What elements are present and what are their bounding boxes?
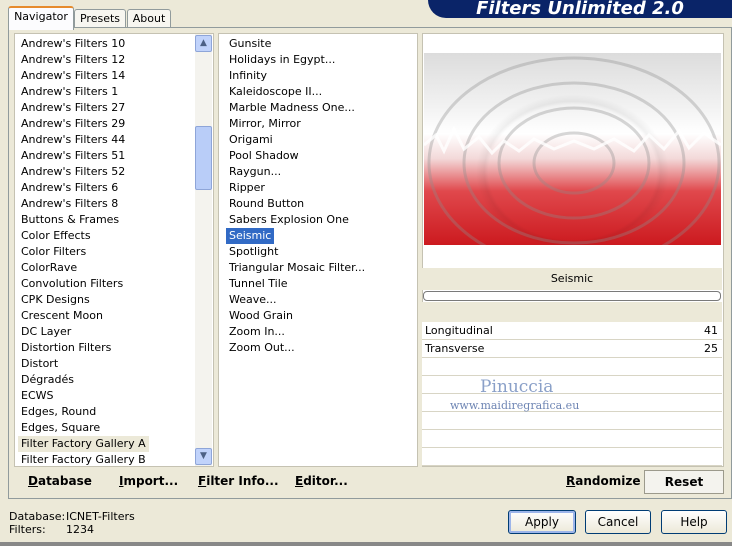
category-item[interactable]: CPK Designs	[18, 292, 93, 308]
filter-item[interactable]: Gunsite	[226, 36, 274, 52]
scroll-up-icon[interactable]: ▲	[195, 35, 212, 52]
filter-item[interactable]: Wood Grain	[226, 308, 296, 324]
param-label: Transverse	[425, 342, 485, 355]
filter-item[interactable]: Triangular Mosaic Filter...	[226, 260, 368, 276]
category-item[interactable]: Andrew's Filters 29	[18, 116, 128, 132]
category-item[interactable]: Color Filters	[18, 244, 89, 260]
filter-item[interactable]: Raygun...	[226, 164, 284, 180]
randomize-button[interactable]: Randomize	[566, 474, 640, 488]
filter-item[interactable]: Holidays in Egypt...	[226, 52, 338, 68]
category-item[interactable]: Convolution Filters	[18, 276, 126, 292]
param-row-transverse[interactable]: Transverse 25	[422, 340, 722, 358]
status-database-value: ICNET-Filters	[66, 510, 135, 523]
category-item[interactable]: ColorRave	[18, 260, 80, 276]
watermark-url: www.maidiregrafica.eu	[450, 399, 580, 412]
tab-about[interactable]: About	[127, 9, 171, 28]
scroll-down-icon[interactable]: ▼	[195, 448, 212, 465]
help-button[interactable]: Help	[661, 510, 727, 534]
database-button[interactable]: Database	[28, 474, 92, 488]
filter-name-label: Seismic	[422, 268, 722, 290]
scroll-thumb[interactable]	[195, 126, 212, 190]
category-item[interactable]: Filter Factory Gallery B	[18, 452, 149, 468]
tab-navigator[interactable]: Navigator	[8, 6, 74, 30]
filter-item[interactable]: Origami	[226, 132, 276, 148]
filter-item[interactable]: Spotlight	[226, 244, 281, 260]
status-database-label: Database:	[9, 510, 66, 523]
category-item[interactable]: Andrew's Filters 10	[18, 36, 128, 52]
category-list[interactable]: Andrew's Filters 10 Andrew's Filters 12 An…	[14, 33, 214, 467]
param-row-empty	[422, 376, 722, 394]
filter-item[interactable]: Weave...	[226, 292, 280, 308]
category-item[interactable]: Andrew's Filters 1	[18, 84, 121, 100]
category-item[interactable]: Andrew's Filters 8	[18, 196, 121, 212]
status-filters-label: Filters:	[9, 523, 46, 536]
category-item[interactable]: Andrew's Filters 51	[18, 148, 128, 164]
param-header-spacer	[422, 302, 722, 322]
category-item[interactable]: Color Effects	[18, 228, 94, 244]
cancel-button[interactable]: Cancel	[585, 510, 651, 534]
param-row-longitudinal[interactable]: Longitudinal 41	[422, 322, 722, 340]
category-item[interactable]: Distortion Filters	[18, 340, 114, 356]
editor-button[interactable]: Editor...	[295, 474, 348, 488]
category-item[interactable]: Dégradés	[18, 372, 77, 388]
category-item[interactable]: ECWS	[18, 388, 57, 404]
status-filters-value: 1234	[66, 523, 94, 536]
filter-item[interactable]: Round Button	[226, 196, 307, 212]
param-label: Longitudinal	[425, 324, 493, 337]
filter-item[interactable]: Seismic	[226, 228, 275, 244]
category-item[interactable]: Andrew's Filters 6	[18, 180, 121, 196]
category-item[interactable]: Andrew's Filters 27	[18, 100, 128, 116]
category-item[interactable]: Filter Factory Gallery A	[18, 436, 149, 452]
category-item[interactable]: Edges, Square	[18, 420, 103, 436]
category-item[interactable]: Andrew's Filters 52	[18, 164, 128, 180]
param-value[interactable]: 41	[704, 324, 718, 337]
category-item[interactable]: Andrew's Filters 14	[18, 68, 128, 84]
reset-button[interactable]: Reset	[644, 470, 724, 494]
watermark-name: Pinuccia	[480, 377, 554, 397]
category-item[interactable]: Buttons & Frames	[18, 212, 122, 228]
filter-item[interactable]: Infinity	[226, 68, 270, 84]
filter-item[interactable]: Sabers Explosion One	[226, 212, 352, 228]
filter-info-button[interactable]: Filter Info...	[198, 474, 279, 488]
param-value[interactable]: 25	[704, 342, 718, 355]
filter-item[interactable]: Mirror, Mirror	[226, 116, 304, 132]
window-bottom-edge	[0, 542, 732, 546]
filter-item[interactable]: Tunnel Tile	[226, 276, 291, 292]
filter-item[interactable]: Kaleidoscope II...	[226, 84, 325, 100]
import-button[interactable]: Import...	[119, 474, 178, 488]
progress-bar	[423, 291, 721, 301]
filter-item[interactable]: Marble Madness One...	[226, 100, 358, 116]
apply-button[interactable]: Apply	[508, 510, 576, 534]
param-row-empty	[422, 430, 722, 448]
filter-item[interactable]: Zoom In...	[226, 324, 288, 340]
filter-item[interactable]: Zoom Out...	[226, 340, 298, 356]
filter-item[interactable]: Ripper	[226, 180, 268, 196]
param-row-empty	[422, 448, 722, 466]
filter-item[interactable]: Pool Shadow	[226, 148, 302, 164]
category-item[interactable]: Andrew's Filters 12	[18, 52, 128, 68]
category-scrollbar[interactable]: ▲ ▼	[195, 34, 212, 466]
category-item[interactable]: Andrew's Filters 44	[18, 132, 128, 148]
category-item[interactable]: Edges, Round	[18, 404, 99, 420]
tab-presets[interactable]: Presets	[74, 9, 126, 28]
category-item[interactable]: Distort	[18, 356, 61, 372]
category-item[interactable]: Crescent Moon	[18, 308, 106, 324]
app-title-banner: Filters Unlimited 2.0	[428, 0, 732, 18]
category-item[interactable]: DC Layer	[18, 324, 74, 340]
filter-preview-image	[424, 53, 721, 245]
param-row-empty	[422, 358, 722, 376]
param-row-empty	[422, 412, 722, 430]
filter-list[interactable]: Gunsite Holidays in Egypt... Infinity Kalei…	[218, 33, 418, 467]
